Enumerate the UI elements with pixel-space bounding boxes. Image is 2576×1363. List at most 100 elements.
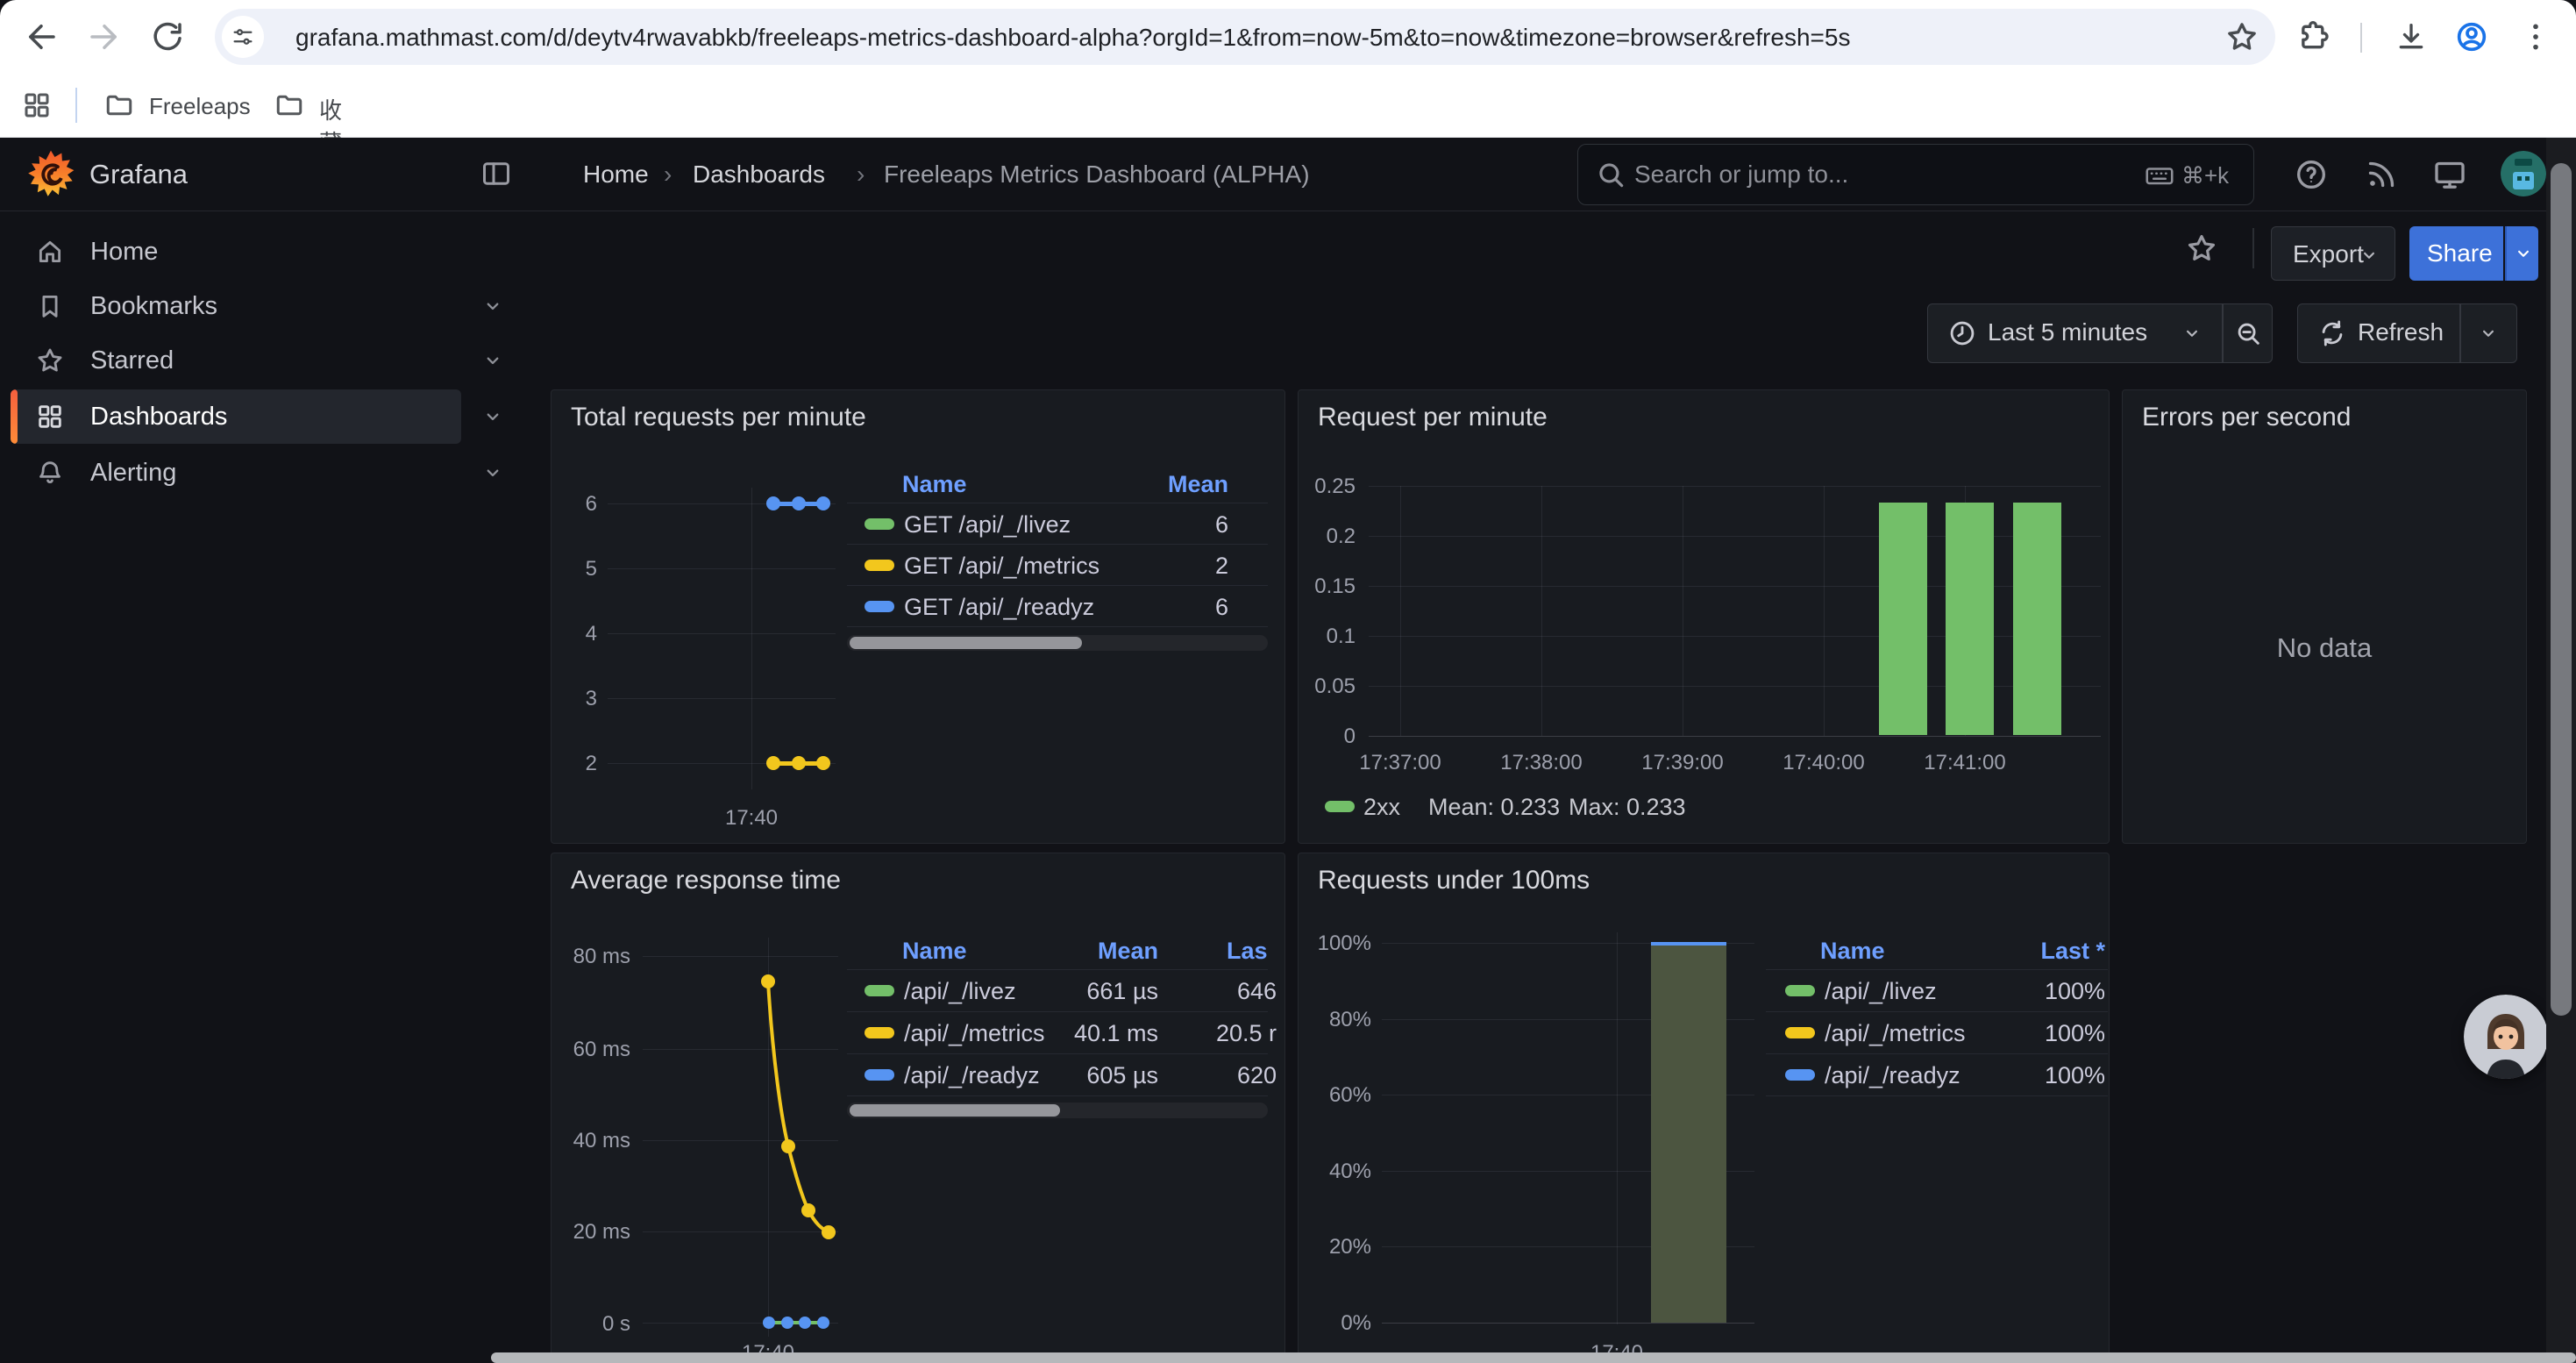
zoom-out-button[interactable] <box>2224 304 2273 362</box>
folder-icon <box>103 89 135 121</box>
share-dropdown-button[interactable] <box>2505 226 2538 281</box>
legend-header-mean[interactable]: Mean <box>1044 938 1158 965</box>
y-tick: 2 <box>551 752 597 776</box>
y-tick: 0 <box>1303 724 1356 749</box>
sidebar-item-label: Starred <box>90 333 174 388</box>
help-icon[interactable] <box>2294 157 2329 192</box>
panel-errors-per-second[interactable]: Errors per second No data <box>2122 389 2527 844</box>
site-settings-icon[interactable] <box>222 16 264 58</box>
series-color-pill[interactable] <box>1785 985 1815 996</box>
profile-icon[interactable] <box>2454 19 2489 54</box>
panel-title: Errors per second <box>2142 403 2351 432</box>
legend-name: /api/_/livez <box>904 978 1016 1005</box>
legend-last: 100% <box>1991 978 2105 1005</box>
display-icon[interactable] <box>2432 157 2467 192</box>
bookmark-star-icon[interactable] <box>2224 19 2259 54</box>
bar[interactable] <box>1879 503 1927 735</box>
address-bar[interactable]: grafana.mathmast.com/d/deytv4rwavabkb/fr… <box>215 9 2275 65</box>
star-icon <box>35 346 65 375</box>
apps-icon <box>35 402 65 432</box>
breadcrumb-current: Freeleaps Metrics Dashboard (ALPHA) <box>884 161 1310 189</box>
series-color-pill[interactable] <box>865 1069 894 1081</box>
series-color-pill[interactable] <box>865 985 894 996</box>
sidebar-item-bookmarks[interactable]: Bookmarks <box>0 279 526 333</box>
series-color-pill[interactable] <box>865 1027 894 1038</box>
legend-name: GET /api/_/livez <box>904 511 1071 539</box>
breadcrumb-home[interactable]: Home <box>583 161 649 189</box>
chevron-down-icon[interactable] <box>480 348 505 373</box>
sidebar-item-dashboards[interactable]: Dashboards <box>0 389 526 444</box>
page-scrollbar-thumb[interactable] <box>2551 163 2572 1016</box>
chevron-down-icon <box>2358 244 2380 267</box>
series-color-pill[interactable] <box>1325 801 1355 812</box>
panel-requests-under-100ms[interactable]: Requests under 100ms 100% 80% 60% 40% 20… <box>1298 853 2110 1363</box>
legend-header-last[interactable]: Last * <box>1991 938 2105 965</box>
search-input[interactable] <box>1634 145 1959 204</box>
sidebar-nav: Home Bookmarks Starred Dashboards Alerti… <box>0 211 526 1363</box>
user-avatar[interactable] <box>2501 151 2546 196</box>
legend-scrollbar-thumb[interactable] <box>850 637 1082 649</box>
extensions-icon[interactable] <box>2295 19 2330 54</box>
chevron-down-icon[interactable] <box>480 460 505 485</box>
browser-menu-icon[interactable] <box>2518 19 2553 54</box>
panel-title: Total requests per minute <box>571 403 866 432</box>
news-feed-icon[interactable] <box>2364 157 2399 192</box>
legend-header-name[interactable]: Name <box>902 471 967 498</box>
bookmark-icon <box>35 291 65 321</box>
legend-mean: 6 <box>1097 594 1228 621</box>
panel-avg-response-time[interactable]: Average response time 80 ms 60 ms 40 ms … <box>551 853 1285 1363</box>
breadcrumb-dashboards[interactable]: Dashboards <box>693 161 825 189</box>
y-tick: 0.2 <box>1303 525 1356 549</box>
bar[interactable] <box>1946 503 1994 735</box>
legend-header-mean[interactable]: Mean <box>1097 471 1228 498</box>
active-item-highlight <box>11 389 461 444</box>
x-tick: 17:39:00 <box>1621 751 1744 775</box>
legend-header-name[interactable]: Name <box>902 938 967 965</box>
refresh-interval-dropdown[interactable] <box>2461 304 2516 362</box>
bar[interactable] <box>2013 503 2061 735</box>
time-range-picker[interactable]: Last 5 minutes <box>1928 304 2222 362</box>
favorite-dashboard-icon[interactable] <box>2185 232 2218 265</box>
legend-scrollbar-thumb[interactable] <box>850 1104 1060 1117</box>
downloads-icon[interactable] <box>2394 19 2429 54</box>
panel-request-per-minute[interactable]: Request per minute 0.25 0.2 0.15 0.1 0.0… <box>1298 389 2110 844</box>
legend-header-name[interactable]: Name <box>1820 938 1885 965</box>
legend-series-label: 2xx <box>1363 794 1400 821</box>
assistant-avatar[interactable] <box>2464 995 2548 1079</box>
horizontal-scrollbar[interactable] <box>491 1352 2576 1363</box>
browser-reload-icon[interactable] <box>149 18 186 55</box>
chevron-down-icon[interactable] <box>480 404 505 429</box>
series-color-pill[interactable] <box>865 518 894 530</box>
active-indicator <box>11 389 18 444</box>
legend-scrollbar-track[interactable] <box>847 635 1268 651</box>
search-box[interactable]: ⌘+k <box>1577 144 2254 205</box>
sidebar-item-home[interactable]: Home <box>0 225 526 279</box>
share-button[interactable]: Share <box>2409 226 2503 281</box>
brand-name: Grafana <box>89 159 188 190</box>
sidebar-item-alerting[interactable]: Alerting <box>0 446 526 500</box>
refresh-group: Refresh <box>2297 303 2517 363</box>
y-tick: 0.15 <box>1303 574 1356 599</box>
y-tick: 60% <box>1307 1083 1371 1108</box>
series-color-pill[interactable] <box>1785 1027 1815 1038</box>
collapse-menu-icon[interactable] <box>480 158 512 189</box>
no-data-message: No data <box>2123 632 2526 664</box>
chevron-down-icon[interactable] <box>480 294 505 318</box>
legend-header-last[interactable]: Las <box>1227 938 1268 965</box>
legend-last: 646 <box>1200 978 1277 1005</box>
series-color-pill[interactable] <box>865 560 894 571</box>
browser-forward-icon[interactable] <box>86 18 123 55</box>
apps-grid-icon[interactable] <box>21 89 53 121</box>
legend-name: /api/_/metrics <box>904 1020 1045 1047</box>
keyboard-icon <box>2144 160 2175 191</box>
refresh-button[interactable]: Refresh <box>2298 304 2459 362</box>
export-button[interactable]: Export <box>2271 226 2395 281</box>
series-color-pill[interactable] <box>1785 1069 1815 1081</box>
legend-scrollbar-track[interactable] <box>847 1103 1268 1118</box>
grafana-logo[interactable] <box>26 149 75 198</box>
panel-total-requests[interactable]: Total requests per minute 6 5 4 3 2 17:4… <box>551 389 1285 844</box>
browser-back-icon[interactable] <box>23 18 60 55</box>
search-shortcut: ⌘+k <box>2181 162 2229 189</box>
series-color-pill[interactable] <box>865 601 894 612</box>
sidebar-item-starred[interactable]: Starred <box>0 333 526 388</box>
